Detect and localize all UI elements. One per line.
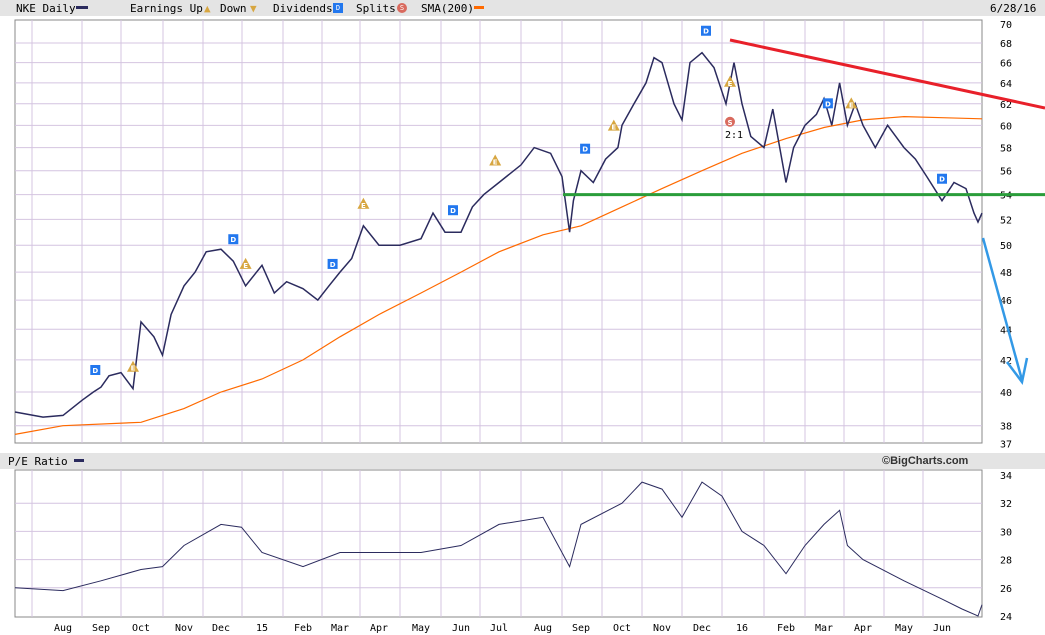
x-tick-label: Sep bbox=[572, 623, 590, 634]
price-plot-area bbox=[14, 19, 983, 444]
x-tick-label: Mar bbox=[815, 623, 833, 634]
earnings-marker-letter: E bbox=[493, 159, 498, 167]
dividend-marker-letter: D bbox=[450, 207, 456, 215]
pe-plot-area bbox=[14, 469, 983, 618]
chart-svg: Aug Sep Oct Nov Dec 15 Feb Mar Apr May Jun Jul Aug Se… bbox=[14, 19, 1045, 634]
split-marker-letter: S bbox=[727, 119, 732, 127]
price-y-tick-label: 60 bbox=[1000, 121, 1012, 132]
price-y-tick-label: 38 bbox=[1000, 422, 1012, 433]
earnings-marker-letter: E bbox=[361, 202, 366, 210]
x-tick-label: Oct bbox=[613, 623, 631, 634]
x-tick-label: Nov bbox=[653, 623, 671, 634]
price-y-tick-label: 48 bbox=[1000, 268, 1012, 279]
chart-root: NKE Daily Earnings Up ▲ Down ▼ Dividends… bbox=[0, 0, 1045, 635]
x-tick-label: May bbox=[895, 623, 913, 634]
pe-y-tick-label: 26 bbox=[1000, 584, 1012, 595]
price-y-tick-label: 58 bbox=[1000, 144, 1012, 155]
pe-y-tick-label: 24 bbox=[1000, 612, 1012, 623]
x-tick-label: Aug bbox=[54, 623, 72, 634]
dividend-marker-letter: D bbox=[825, 100, 831, 108]
x-tick-label: Feb bbox=[294, 623, 312, 634]
price-y-tick-label: 37 bbox=[1000, 439, 1012, 450]
earnings-marker-letter: E bbox=[243, 262, 248, 270]
price-y-tick-label: 64 bbox=[1000, 79, 1012, 90]
split-ratio-label: 2:1 bbox=[725, 130, 743, 141]
earnings-marker-letter: E bbox=[131, 365, 136, 373]
x-tick-label: Mar bbox=[331, 623, 349, 634]
price-y-tick-label: 56 bbox=[1000, 167, 1012, 178]
dividend-marker-letter: D bbox=[330, 261, 336, 269]
pe-y-tick-label: 32 bbox=[1000, 499, 1012, 510]
x-tick-label: Feb bbox=[777, 623, 795, 634]
earnings-marker-letter: E bbox=[728, 80, 733, 88]
price-y-tick-label: 50 bbox=[1000, 241, 1012, 252]
x-tick-label: Apr bbox=[854, 623, 872, 634]
x-tick-label: Apr bbox=[370, 623, 388, 634]
dividend-marker-letter: D bbox=[230, 236, 236, 244]
x-tick-label: May bbox=[412, 623, 430, 634]
price-y-tick-label: 70 bbox=[1000, 20, 1012, 31]
x-tick-label: Sep bbox=[92, 623, 110, 634]
x-tick-label: Jun bbox=[452, 623, 470, 634]
x-tick-label: Jun bbox=[933, 623, 951, 634]
x-tick-label: 16 bbox=[736, 623, 748, 634]
x-tick-label: Oct bbox=[132, 623, 150, 634]
x-tick-label: Dec bbox=[212, 623, 230, 634]
pe-y-tick-label: 30 bbox=[1000, 527, 1012, 538]
price-y-tick-label: 68 bbox=[1000, 39, 1012, 50]
dividend-marker-letter: D bbox=[92, 367, 98, 375]
pe-y-tick-label: 34 bbox=[1000, 471, 1012, 482]
dividend-marker-letter: D bbox=[703, 28, 709, 36]
pe-y-tick-label: 28 bbox=[1000, 556, 1012, 567]
x-tick-label: Jul bbox=[490, 623, 508, 634]
price-y-tick-label: 66 bbox=[1000, 59, 1012, 70]
x-tick-label: Aug bbox=[534, 623, 552, 634]
earnings-marker-letter: E bbox=[849, 101, 854, 109]
price-y-tick-label: 52 bbox=[1000, 215, 1012, 226]
dividend-marker-letter: D bbox=[939, 176, 945, 184]
x-tick-label: Dec bbox=[693, 623, 711, 634]
x-tick-label: 15 bbox=[256, 623, 268, 634]
earnings-marker-letter: E bbox=[611, 124, 616, 132]
price-y-tick-label: 40 bbox=[1000, 388, 1012, 399]
dividend-marker-letter: D bbox=[582, 146, 588, 154]
x-tick-label: Nov bbox=[175, 623, 193, 634]
